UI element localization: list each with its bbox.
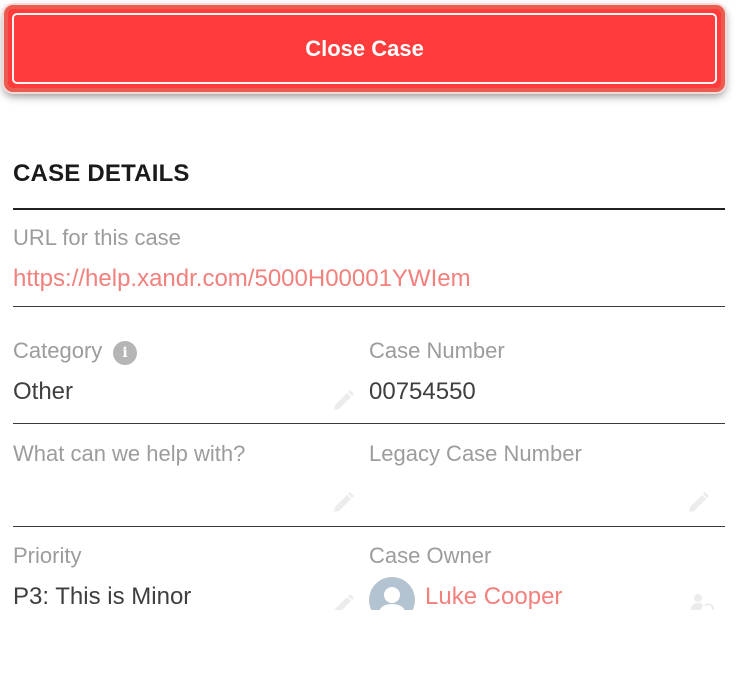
category-value: Other xyxy=(13,378,74,405)
pencil-icon[interactable] xyxy=(331,488,357,514)
case-url-link[interactable]: https://help.xandr.com/5000H00001YWIem xyxy=(13,265,471,293)
url-label: URL for this case xyxy=(13,225,181,250)
close-case-button-label: Close Case xyxy=(305,35,424,61)
info-icon[interactable]: i xyxy=(113,341,137,365)
case-owner-label: Case Owner xyxy=(369,543,492,568)
priority-value: P3: This is Minor xyxy=(13,583,192,610)
divider xyxy=(13,423,725,424)
pencil-icon[interactable] xyxy=(686,488,712,514)
section-title: CASE DETAILS xyxy=(13,160,190,187)
case-number-value: 00754550 xyxy=(369,378,476,405)
bottom-fade xyxy=(0,610,736,678)
priority-label: Priority xyxy=(13,543,82,568)
case-number-label: Case Number xyxy=(369,338,505,363)
divider xyxy=(13,306,725,307)
pencil-icon[interactable] xyxy=(331,386,357,412)
help-with-label: What can we help with? xyxy=(13,441,246,466)
divider xyxy=(13,208,725,210)
divider xyxy=(13,526,725,527)
legacy-case-number-label: Legacy Case Number xyxy=(369,441,582,466)
category-label: Category xyxy=(13,338,103,363)
case-owner-link[interactable]: Luke Cooper xyxy=(425,583,562,611)
close-case-button[interactable]: Close Case xyxy=(4,5,725,92)
